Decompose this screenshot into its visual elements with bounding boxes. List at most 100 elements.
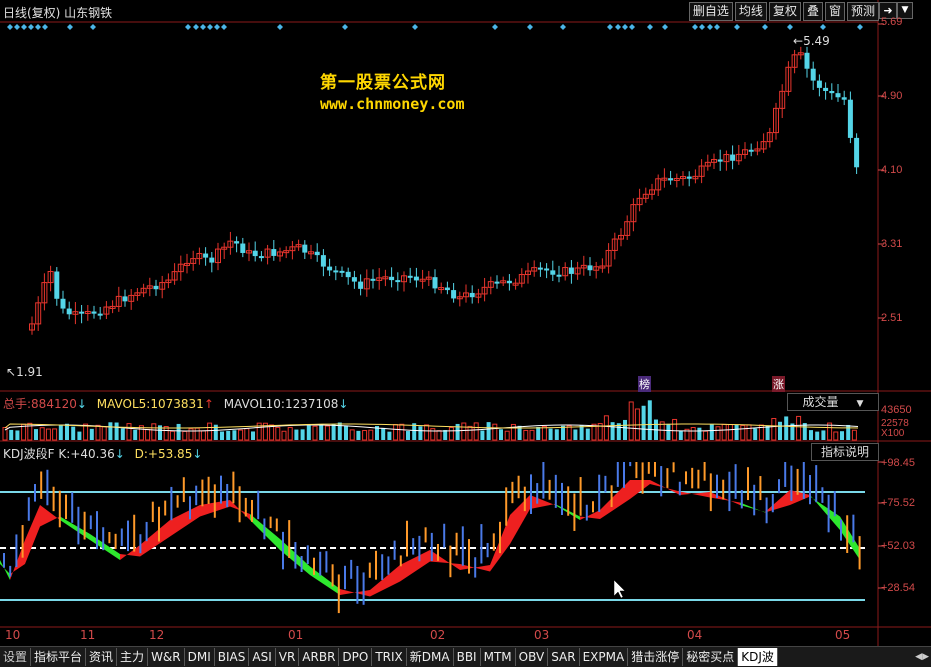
volume-bar [275, 426, 281, 441]
candle-body [835, 93, 841, 98]
signal-diamond-icon [21, 24, 27, 30]
volume-bar [238, 429, 244, 441]
candle-body [804, 52, 810, 69]
candle-body [320, 255, 326, 267]
tab-kdj-band[interactable]: KDJ波 [738, 648, 778, 666]
volume-bar [443, 430, 448, 440]
signal-diamond-icon [90, 24, 96, 30]
signal-diamond-icon [762, 24, 768, 30]
volume-bar [492, 423, 498, 441]
volume-bar [603, 415, 609, 441]
tab-dpo[interactable]: DPO [339, 648, 373, 666]
volume-bar [89, 428, 94, 440]
volume-bar [523, 429, 529, 441]
price-axis-label: 2.51 [881, 312, 903, 324]
candle-body [327, 266, 333, 271]
tab-obv[interactable]: OBV [516, 648, 549, 666]
chart-canvas[interactable] [0, 0, 931, 646]
tab-bias[interactable]: BIAS [215, 648, 250, 666]
signal-diamond-icon [714, 24, 720, 30]
volume-bar [65, 423, 69, 440]
signal-diamond-icon [207, 24, 213, 30]
volume-bar [294, 429, 299, 440]
tab-bbi[interactable]: BBI [454, 648, 481, 666]
volume-bar [145, 428, 151, 441]
volume-bar [424, 424, 430, 441]
volume-bar [753, 428, 758, 440]
candle-body [54, 271, 60, 299]
volume-bar [34, 429, 38, 440]
volume-bar [697, 427, 702, 440]
candle-body [203, 253, 209, 258]
signal-diamond-icon [560, 24, 566, 30]
kdj-band-segment [400, 550, 430, 582]
signal-diamond-icon [647, 24, 653, 30]
candle-body [258, 256, 264, 259]
price-axis-label: 4.90 [881, 90, 903, 102]
candle-body [451, 290, 457, 299]
tab-mtm[interactable]: MTM [481, 648, 516, 666]
tab-dmi[interactable]: DMI [185, 648, 215, 666]
volume-bar [362, 430, 368, 441]
adjust-price-button[interactable]: 复权 [768, 2, 801, 21]
candle-body [568, 267, 574, 274]
ranking-marker[interactable]: 榜 [638, 376, 651, 392]
limit-up-marker[interactable]: 涨 [772, 376, 785, 392]
window-button[interactable]: 窗 [824, 2, 845, 21]
delete-watchlist-button[interactable]: 删自选 [688, 2, 733, 21]
volume-bar [200, 430, 206, 441]
candle-body [717, 159, 723, 162]
candle-body [97, 313, 103, 316]
tab-vr[interactable]: VR [276, 648, 300, 666]
tab-secret-buy-point[interactable]: 秘密买点 [683, 648, 739, 666]
tab-scroll-icon[interactable]: ◀▶ [913, 652, 931, 662]
candle-body [444, 287, 450, 291]
overlay-button[interactable]: 叠 [802, 2, 823, 21]
candle-body [91, 311, 97, 314]
tab-wr[interactable]: W&R [148, 648, 185, 666]
moving-average-button[interactable]: 均线 [734, 2, 767, 21]
volume-bar [467, 425, 473, 441]
volume-bar [58, 424, 63, 440]
volume-bar [120, 428, 125, 440]
signal-diamond-icon [707, 24, 713, 30]
kdj-indicator-name: KDJ波段F [3, 447, 55, 461]
tab-arbr[interactable]: ARBR [299, 648, 340, 666]
tab-expma[interactable]: EXPMA [580, 648, 629, 666]
candle-body [854, 137, 860, 168]
down-arrow-icon: ↓ [192, 447, 203, 461]
volume-bar [169, 430, 175, 441]
signal-diamond-icon [14, 24, 20, 30]
volume-bar [194, 427, 200, 441]
indicator-selector[interactable]: 成交量 ▼ [787, 393, 879, 411]
kdj-d-value: +53.85 [147, 447, 193, 461]
tab-asi[interactable]: ASI [249, 648, 276, 666]
tab-indicator-platform[interactable]: 指标平台 [31, 648, 87, 666]
candle-body [66, 308, 72, 315]
tab-news[interactable]: 资讯 [86, 648, 118, 666]
tab-main-force[interactable]: 主力 [117, 648, 149, 666]
chevron-down-icon: ▼ [856, 399, 864, 409]
volume-bar [727, 424, 733, 441]
volume-bar [108, 422, 113, 440]
candle-body [847, 99, 853, 138]
volume-axis-label: 43650 [881, 404, 912, 416]
signal-diamond-icon [7, 24, 13, 30]
tab-new-dma[interactable]: 新DMA [407, 648, 454, 666]
volume-bar [418, 426, 423, 440]
watermark-title: 第一股票公式网 [320, 73, 446, 93]
candle-body [314, 251, 320, 256]
volume-bar [133, 429, 138, 440]
tab-limit-up-hunter[interactable]: 猎击涨停 [628, 648, 684, 666]
candle-body [240, 243, 246, 253]
tab-settings[interactable]: 设置 [0, 648, 32, 666]
volume-bar [573, 429, 578, 440]
indicator-help-button[interactable]: 指标说明 [811, 443, 879, 461]
tab-trix[interactable]: TRIX [372, 648, 407, 666]
volume-bar [71, 426, 76, 440]
forecast-button[interactable]: 预测 [846, 2, 879, 21]
tab-sar[interactable]: SAR [548, 648, 580, 666]
candle-body [816, 80, 822, 88]
signal-diamond-icon [629, 24, 635, 30]
mouse-cursor-icon [613, 579, 626, 599]
